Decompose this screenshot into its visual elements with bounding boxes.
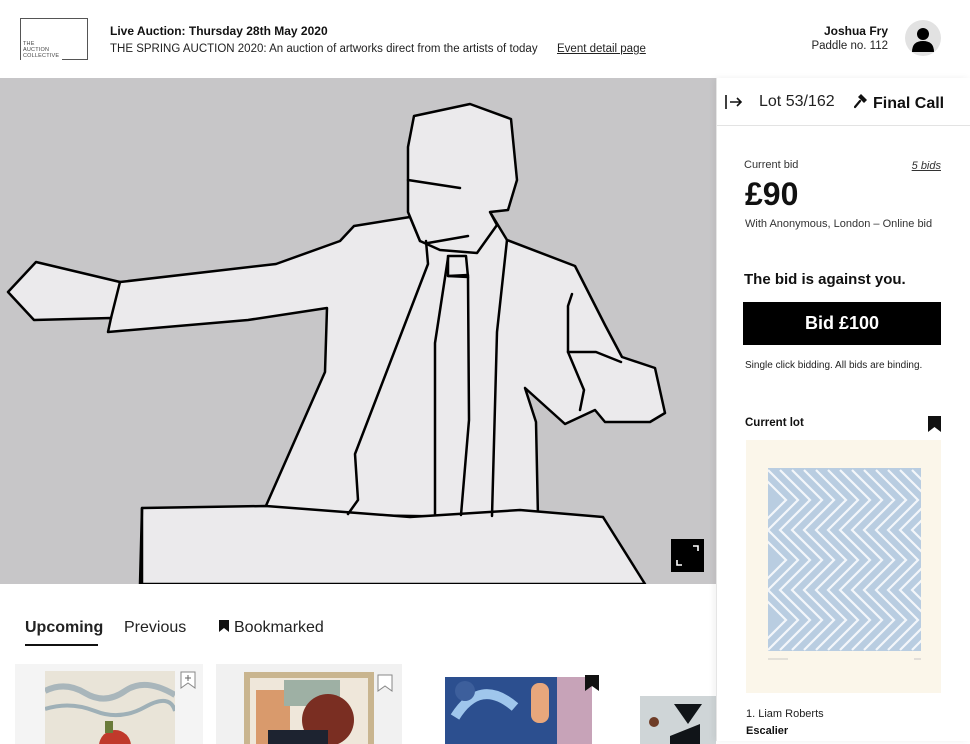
upcoming-lot-card[interactable] [430,664,616,744]
header: THE AUCTION COLLECTIVE Live Auction: Thu… [0,0,970,78]
lot-counter: Lot 53/162 [759,93,835,110]
collapse-panel-icon[interactable] [725,94,743,110]
current-bid-amount: £90 [745,176,799,212]
bookmark-icon [219,620,229,632]
place-bid-button[interactable]: Bid £100 [743,302,941,345]
auction-subtitle: THE SPRING AUCTION 2020: An auction of a… [110,43,538,55]
lot-title: Escalier [746,725,789,737]
bookmark-add-icon[interactable] [377,674,393,692]
final-call-status: Final Call [853,93,945,113]
bookmark-add-icon[interactable] [180,671,196,689]
bid-status-message: The bid is against you. [744,271,906,288]
bookmark-icon[interactable] [927,415,942,433]
lot-thumbnail [45,671,175,744]
panel-toolbar: Lot 53/162 Final Call [717,78,970,126]
current-bid-label: Current bid [744,159,799,171]
auction-title: Live Auction: Thursday 28th May 2020 [110,24,328,38]
event-detail-link[interactable]: Event detail page [557,43,646,55]
expand-icon [676,545,699,566]
tab-bookmarked[interactable]: Bookmarked [218,619,324,637]
bid-holder-info: With Anonymous, London – Online bid [745,218,933,230]
auction-collective-logo[interactable]: THE AUCTION COLLECTIVE [20,18,88,60]
upcoming-lot-card[interactable] [216,664,402,744]
fullscreen-button[interactable] [671,539,704,572]
current-lot-label: Current lot [745,417,804,429]
binding-note: Single click bidding. All bids are bindi… [745,360,923,371]
tab-previous[interactable]: Previous [124,619,186,637]
current-lot-image[interactable] [746,440,941,693]
bids-count-link[interactable]: 5 bids [912,160,941,172]
lot-thumbnail [244,672,374,744]
lot-thumbnail [640,696,716,744]
lots-tabs: Upcoming Previous Bookmarked [0,584,716,744]
upcoming-lot-card[interactable] [15,664,203,744]
bidding-panel: Lot 53/162 Final Call Current bid 5 bids… [716,78,970,741]
logo-text: THE AUCTION COLLECTIVE [23,41,60,59]
lot-thumbnail [445,677,592,744]
user-avatar-icon[interactable] [905,20,941,56]
tab-upcoming[interactable]: Upcoming [25,619,103,637]
upcoming-lot-card[interactable] [640,664,716,744]
tab-bookmarked-label: Bookmarked [234,619,324,636]
lot-artist: 1. Liam Roberts [746,708,824,720]
final-call-label: Final Call [873,95,945,112]
paddle-number: Paddle no. 112 [811,40,888,52]
auctioneer-illustration [6,102,667,584]
auctioneer-video-stage [0,78,716,584]
gavel-icon [853,94,867,109]
user-name: Joshua Fry [823,24,888,38]
active-tab-underline [25,644,98,646]
bookmark-icon[interactable] [584,674,600,692]
